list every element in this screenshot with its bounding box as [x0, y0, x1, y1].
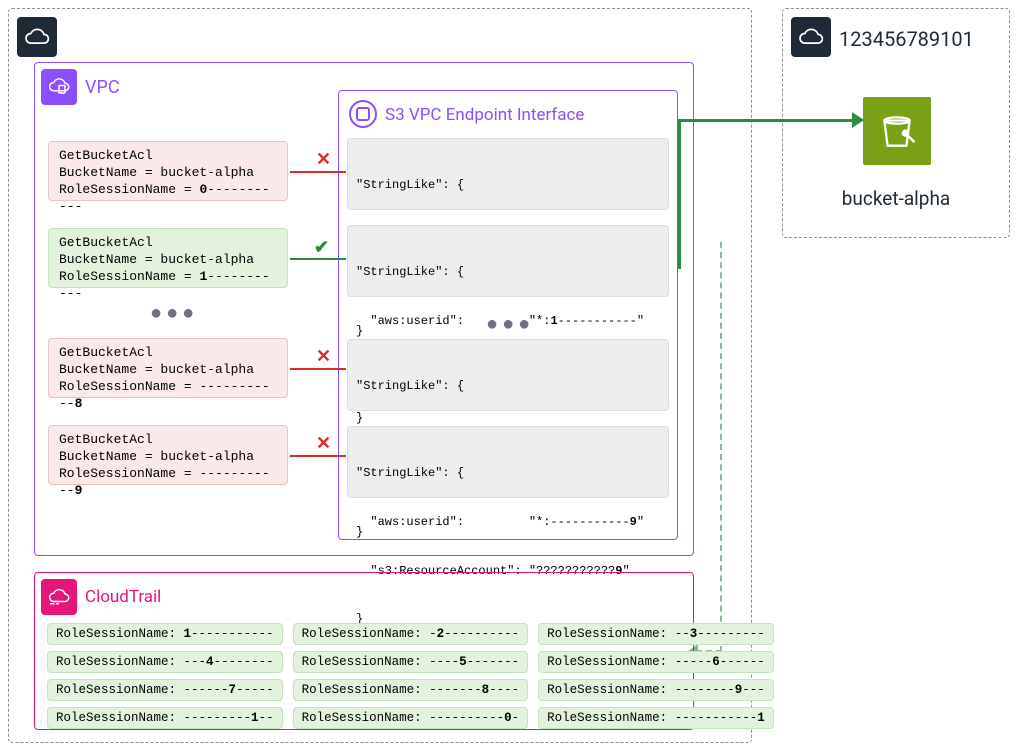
cloudtrail-items: RoleSessionName: 1----------- RoleSession…	[47, 623, 681, 729]
deny-x-icon: ✕	[316, 346, 331, 367]
arrow-head-icon	[852, 112, 864, 128]
vpc-title: VPC	[85, 77, 120, 98]
ellipsis-icon: ●●●	[150, 300, 198, 325]
deny-x-icon: ✕	[316, 433, 331, 454]
cloudtrail-item: RoleSessionName: ---------1--	[47, 707, 283, 729]
endpoint-title: S3 VPC Endpoint Interface	[385, 105, 584, 125]
request-card-3: GetBucketAcl BucketName = bucket-alpha R…	[48, 425, 288, 485]
arrow-to-bucket	[680, 119, 856, 122]
request-card-2: GetBucketAcl BucketName = bucket-alpha R…	[48, 338, 288, 398]
cloudtrail-item: RoleSessionName: ---4--------	[47, 651, 283, 673]
account-id: 123456789101	[839, 27, 974, 51]
request-card-1: GetBucketAcl BucketName = bucket-alpha R…	[48, 228, 288, 288]
deny-line	[290, 368, 346, 370]
cloudtrail-item: RoleSessionName: -----------1	[538, 707, 774, 729]
allow-line	[290, 258, 346, 260]
cloudtrail-item: RoleSessionName: -------8----	[293, 679, 529, 701]
cloudtrail-item: RoleSessionName: 1-----------	[47, 623, 283, 645]
cloud-icon	[791, 17, 831, 57]
return-arrow	[720, 242, 722, 652]
cloudtrail-box: CloudTrail RoleSessionName: 1-----------…	[34, 572, 694, 730]
vpc-icon	[41, 69, 77, 105]
allow-check-icon: ✔	[314, 237, 329, 258]
cloudtrail-item: RoleSessionName: -2----------	[293, 623, 529, 645]
policy-card-2: "StringLike": { "aws:userid": "*:-------…	[347, 339, 669, 411]
s3-bucket-icon	[863, 97, 931, 165]
cloudtrail-item: RoleSessionName: -----6------	[538, 651, 774, 673]
bucket-name-label: bucket-alpha	[783, 187, 1009, 210]
cloudtrail-icon	[41, 579, 77, 615]
request-card-0: GetBucketAcl BucketName = bucket-alpha R…	[48, 141, 288, 201]
endpoint-icon	[349, 100, 377, 128]
cloudtrail-item: RoleSessionName: --------9---	[538, 679, 774, 701]
policy-card-1: "StringLike": { "aws:userid": "*:1------…	[347, 225, 669, 297]
cloudtrail-item: RoleSessionName: ----------0-	[293, 707, 529, 729]
deny-line	[290, 455, 346, 457]
policy-card-0: "StringLike": { "aws:userid": "*:0------…	[347, 138, 669, 210]
cloudtrail-item: RoleSessionName: ------7-----	[47, 679, 283, 701]
target-account-box: 123456789101 bucket-alpha	[782, 8, 1010, 238]
cloudtrail-item: RoleSessionName: --3---------	[538, 623, 774, 645]
cloud-icon	[17, 17, 57, 57]
arrow-to-bucket	[678, 119, 681, 269]
deny-line	[290, 171, 346, 173]
policy-card-3: "StringLike": { "aws:userid": "*:-------…	[347, 426, 669, 498]
cloudtrail-title: CloudTrail	[85, 587, 161, 607]
deny-x-icon: ✕	[316, 149, 331, 170]
cloudtrail-item: RoleSessionName: ----5-------	[293, 651, 529, 673]
